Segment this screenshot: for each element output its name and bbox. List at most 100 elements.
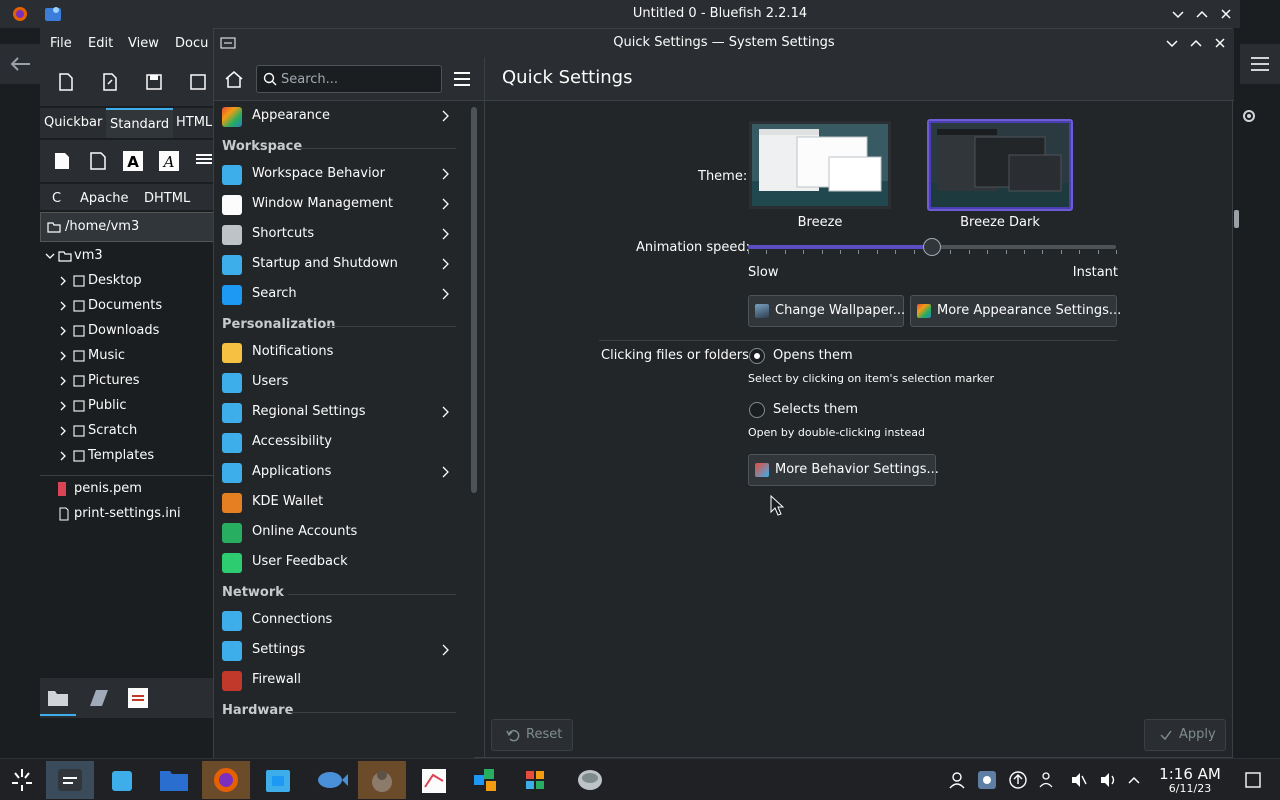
taskbar-app-grid[interactable] bbox=[514, 761, 562, 799]
taskbar-okular[interactable] bbox=[410, 761, 458, 799]
sidebar-item[interactable]: Shortcuts bbox=[214, 219, 464, 249]
selects-them-label[interactable]: Selects them bbox=[773, 402, 858, 417]
close-icon[interactable] bbox=[1212, 35, 1228, 51]
hamburger-menu-icon[interactable] bbox=[1240, 44, 1280, 84]
minimize-icon[interactable] bbox=[1164, 35, 1180, 51]
opens-them-radio[interactable] bbox=[749, 348, 765, 364]
clock-time[interactable]: 1:16 AM bbox=[1150, 765, 1230, 783]
taskbar-discover[interactable] bbox=[98, 761, 146, 799]
sidebar-item[interactable]: Regional Settings bbox=[214, 397, 464, 427]
minimize-icon[interactable] bbox=[1170, 6, 1186, 22]
clock-date[interactable]: 6/11/23 bbox=[1150, 782, 1230, 795]
animation-speed-slider[interactable] bbox=[748, 237, 1118, 257]
user-icon[interactable] bbox=[948, 771, 966, 789]
sidebar-item[interactable]: Startup and Shutdown bbox=[214, 249, 464, 279]
sidebar-item[interactable]: Workspace Behavior bbox=[214, 159, 464, 189]
appearance-icon bbox=[222, 107, 242, 127]
save-icon[interactable] bbox=[144, 72, 164, 92]
search-input[interactable] bbox=[281, 66, 439, 92]
tab-quickbar[interactable]: Quickbar bbox=[40, 108, 106, 138]
theme-breeze-dark-card[interactable] bbox=[927, 119, 1073, 211]
menu-view[interactable]: View bbox=[128, 36, 159, 51]
menu-edit[interactable]: Edit bbox=[88, 36, 113, 51]
back-arrow-icon[interactable] bbox=[0, 44, 40, 84]
hamburger-menu-icon[interactable] bbox=[452, 69, 472, 89]
application-launcher-icon[interactable] bbox=[6, 765, 38, 795]
home-icon[interactable] bbox=[222, 67, 246, 91]
new-file-icon[interactable] bbox=[56, 72, 76, 92]
italic-icon[interactable]: A bbox=[158, 150, 180, 172]
maximize-icon[interactable] bbox=[1188, 35, 1204, 51]
sidebar-item[interactable]: Settings bbox=[214, 635, 464, 665]
taskbar-files[interactable] bbox=[254, 761, 302, 799]
chevron-up-icon[interactable] bbox=[1126, 772, 1142, 788]
more-appearance-settings-button[interactable]: More Appearance Settings... bbox=[910, 295, 1121, 327]
close-icon[interactable] bbox=[1218, 6, 1234, 22]
sidebar-item-label: Search bbox=[252, 286, 297, 301]
quickstart-icon[interactable] bbox=[52, 150, 72, 172]
chevron-right-icon bbox=[440, 288, 450, 300]
menu-file[interactable]: File bbox=[50, 36, 72, 51]
sidebar-item[interactable]: Online Accounts bbox=[214, 517, 464, 547]
updates-icon[interactable] bbox=[1008, 770, 1028, 790]
taskbar-firefox[interactable] bbox=[202, 761, 250, 799]
taskbar-disk-utility[interactable] bbox=[566, 761, 614, 799]
slider-tick bbox=[895, 250, 897, 254]
taskbar-system-settings[interactable] bbox=[46, 761, 94, 799]
slider-tick bbox=[803, 250, 805, 254]
page-icon[interactable] bbox=[88, 150, 108, 172]
taskbar-dolphin[interactable] bbox=[150, 761, 198, 799]
microphone-muted-icon[interactable] bbox=[1068, 770, 1088, 790]
folder-icon bbox=[72, 345, 86, 367]
search-box[interactable] bbox=[256, 65, 442, 93]
opens-them-label[interactable]: Opens them bbox=[773, 348, 853, 363]
apply-button[interactable]: Apply bbox=[1144, 719, 1226, 751]
slider-handle[interactable] bbox=[923, 238, 941, 256]
taskbar-cubes[interactable] bbox=[462, 761, 510, 799]
taskbar-gimp[interactable] bbox=[358, 761, 406, 799]
maximize-icon[interactable] bbox=[1194, 6, 1210, 22]
sidebar-item[interactable]: User Feedback bbox=[214, 547, 464, 577]
sidebar-item[interactable]: Connections bbox=[214, 605, 464, 635]
settings-sidebar: Appearance Workspace Workspace Behavior Wi… bbox=[214, 101, 474, 759]
snippets-tab-icon[interactable] bbox=[120, 680, 156, 716]
bookmarks-tab-icon[interactable] bbox=[80, 680, 116, 716]
accounts-icon[interactable] bbox=[1038, 770, 1058, 790]
bold-icon[interactable]: A bbox=[122, 150, 144, 172]
sidebar-item[interactable]: Notifications bbox=[214, 337, 464, 367]
sidebar-item[interactable]: KDE Wallet bbox=[214, 487, 464, 517]
theme-breeze-card[interactable] bbox=[749, 121, 891, 209]
tab-dhtml[interactable]: DHTML bbox=[140, 184, 194, 214]
desktop-left-strip bbox=[0, 28, 40, 758]
reset-button[interactable]: Reset bbox=[491, 719, 573, 751]
tab-standard[interactable]: Standard bbox=[106, 108, 174, 138]
file-path-bar[interactable]: /home/vm3 bbox=[40, 212, 215, 242]
paragraph-icon[interactable] bbox=[194, 150, 214, 172]
show-desktop-icon[interactable] bbox=[1244, 771, 1262, 789]
sidebar-item-appearance[interactable]: Appearance bbox=[214, 101, 464, 131]
change-wallpaper-button[interactable]: Change Wallpaper... bbox=[748, 295, 905, 327]
save-as-icon[interactable] bbox=[188, 72, 208, 92]
tab-html[interactable]: HTML bbox=[172, 108, 216, 138]
chevron-right-icon bbox=[58, 270, 68, 292]
sidebar-item[interactable]: Firewall bbox=[214, 665, 464, 695]
taskbar-bluefish[interactable] bbox=[306, 761, 354, 799]
tab-c[interactable]: C bbox=[48, 184, 65, 214]
volume-icon[interactable] bbox=[1098, 770, 1118, 790]
steam-icon[interactable] bbox=[976, 769, 998, 791]
section-divider bbox=[599, 340, 1117, 341]
open-file-icon[interactable] bbox=[100, 72, 120, 92]
tab-apache[interactable]: Apache bbox=[76, 184, 133, 214]
sidebar-item[interactable]: Accessibility bbox=[214, 427, 464, 457]
sidebar-item[interactable]: Search bbox=[214, 279, 464, 309]
gear-icon[interactable] bbox=[1240, 104, 1260, 128]
sidebar-item[interactable]: Users bbox=[214, 367, 464, 397]
sidebar-item[interactable]: Applications bbox=[214, 457, 464, 487]
sidebar-scrollbar[interactable] bbox=[471, 107, 477, 493]
menu-document[interactable]: Docu bbox=[175, 36, 208, 51]
filebrowser-tab-icon[interactable] bbox=[40, 680, 76, 716]
scrollbar-handle[interactable] bbox=[1234, 210, 1239, 228]
more-behavior-settings-button[interactable]: More Behavior Settings... bbox=[748, 454, 939, 486]
sidebar-item[interactable]: Window Management bbox=[214, 189, 464, 219]
selects-them-radio[interactable] bbox=[749, 402, 765, 418]
